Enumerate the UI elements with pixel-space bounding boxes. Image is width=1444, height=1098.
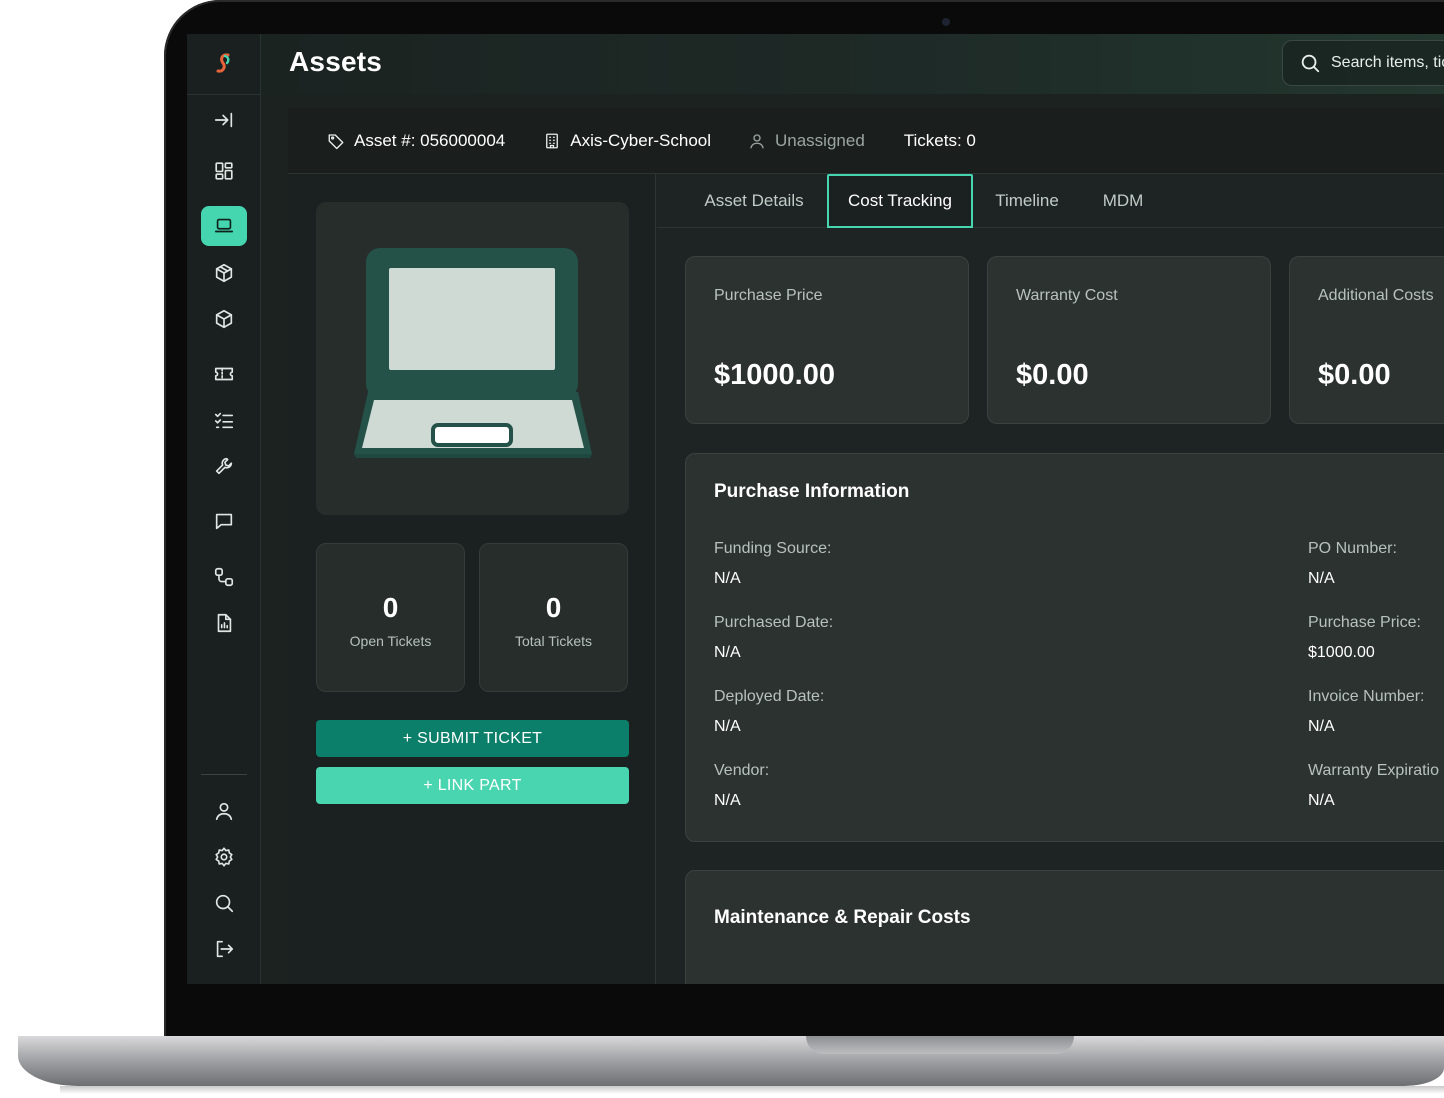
search-icon[interactable] (201, 883, 247, 923)
asset-number: Asset #: 056000004 (327, 131, 505, 151)
open-tickets-card: 0 Open Tickets (316, 543, 465, 692)
purchase-price-label: Purchase Price (714, 287, 823, 304)
search-input[interactable]: Search items, tickets, pe (1282, 40, 1444, 86)
asset-tickets: Tickets: 0 (904, 131, 976, 151)
funding-source-value: N/A (714, 570, 741, 587)
asset-panel: Asset #: 056000004 Axis-Cyber-School Una… (288, 108, 1444, 984)
maintenance-repair-section: Maintenance & Repair Costs (685, 870, 1444, 984)
open-tickets-count: 0 (382, 592, 399, 623)
warranty-cost-label: Warranty Cost (1016, 287, 1118, 304)
asset-summary-column: 0 Open Tickets 0 Total Tickets + SUBMIT … (288, 174, 656, 984)
tab-mdm[interactable]: MDM (1083, 174, 1163, 228)
invoice-number-label: Invoice Number: (1308, 688, 1425, 705)
sidebar-divider (187, 94, 261, 95)
user-icon (750, 133, 764, 148)
purchase-price-field-value: $1000.00 (1308, 644, 1375, 661)
section-title: Purchase Information (714, 481, 910, 502)
laptop-camera (942, 18, 950, 26)
total-tickets-count: 0 (545, 592, 562, 623)
invoice-number-value: N/A (1308, 718, 1335, 735)
asset-tabs: Asset Details Cost Tracking Timeline MDM (657, 174, 1444, 228)
asset-info-bar: Asset #: 056000004 Axis-Cyber-School Una… (288, 108, 1444, 174)
collapse-sidebar-icon[interactable] (201, 100, 247, 140)
gear-icon[interactable] (201, 837, 247, 877)
search-icon (1301, 54, 1320, 73)
report-icon[interactable] (201, 603, 247, 643)
vendor-value: N/A (714, 792, 741, 809)
top-header: Assets Search items, tickets, pe (261, 34, 1444, 94)
box-icon[interactable] (201, 253, 247, 293)
page-title: Assets (289, 46, 383, 77)
section-title: Maintenance & Repair Costs (714, 907, 971, 928)
warranty-cost-card: Warranty Cost $0.00 (987, 256, 1271, 424)
workflow-icon[interactable] (201, 557, 247, 597)
asset-image-card (316, 202, 629, 515)
purchased-date-value: N/A (714, 644, 741, 661)
laptop-illustration (354, 248, 592, 458)
deployed-date-label: Deployed Date: (714, 688, 825, 705)
ticket-icon[interactable] (201, 354, 247, 394)
purchase-price-field-label: Purchase Price: (1308, 614, 1421, 631)
app-logo[interactable] (209, 48, 239, 78)
laptop-base-notch (806, 1036, 1074, 1054)
message-icon[interactable] (201, 501, 247, 541)
deployed-date-value: N/A (714, 718, 741, 735)
wrench-icon[interactable] (201, 446, 247, 486)
warranty-expiration-value: N/A (1308, 792, 1335, 809)
purchase-price-value: $1000.00 (714, 359, 835, 391)
tab-asset-details[interactable]: Asset Details (689, 174, 819, 228)
asset-location: Axis-Cyber-School (543, 131, 711, 151)
laptop-icon[interactable] (201, 206, 247, 246)
tab-cost-tracking[interactable]: Cost Tracking (827, 174, 973, 228)
tab-timeline[interactable]: Timeline (979, 174, 1075, 228)
box-icon[interactable] (201, 299, 247, 339)
additional-costs-label: Additional Costs (1318, 287, 1434, 304)
user-icon[interactable] (201, 791, 247, 831)
open-tickets-label: Open Tickets (349, 633, 432, 649)
additional-costs-value: $0.00 (1318, 359, 1391, 391)
link-part-button[interactable]: + LINK PART (316, 767, 629, 804)
asset-assignee-label: Unassigned (775, 130, 865, 150)
submit-ticket-button[interactable]: + SUBMIT TICKET (316, 720, 629, 757)
warranty-cost-value: $0.00 (1016, 359, 1089, 391)
asset-number-label: Asset #: 056000004 (354, 130, 506, 150)
laptop-base (18, 1036, 1444, 1086)
dashboard-icon[interactable] (201, 151, 247, 191)
sidebar-divider (201, 774, 247, 775)
laptop-shadow (60, 1086, 1444, 1094)
purchase-information-section: Purchase Information Funding Source: N/A… (685, 453, 1444, 842)
funding-source-label: Funding Source: (714, 540, 832, 557)
logout-icon[interactable] (201, 929, 247, 969)
search-placeholder: Search items, tickets, pe (1331, 54, 1444, 71)
asset-assignee[interactable]: Unassigned (748, 131, 865, 151)
total-tickets-label: Total Tickets (514, 633, 593, 649)
asset-location-label: Axis-Cyber-School (570, 130, 711, 150)
building-icon (546, 133, 559, 148)
app-screen: Assets Search items, tickets, pe Asset #… (187, 34, 1444, 984)
purchase-price-card: Purchase Price $1000.00 (685, 256, 969, 424)
warranty-expiration-label: Warranty Expiratio (1308, 762, 1439, 779)
po-number-value: N/A (1308, 570, 1335, 587)
asset-tickets-label: Tickets: 0 (903, 130, 976, 150)
sidebar (187, 34, 261, 984)
purchased-date-label: Purchased Date: (714, 614, 834, 631)
checklist-icon[interactable] (201, 400, 247, 440)
vendor-label: Vendor: (714, 762, 770, 779)
total-tickets-card: 0 Total Tickets (479, 543, 628, 692)
additional-costs-card: Additional Costs $0.00 (1289, 256, 1444, 424)
po-number-label: PO Number: (1308, 540, 1397, 557)
tag-icon (328, 133, 344, 149)
